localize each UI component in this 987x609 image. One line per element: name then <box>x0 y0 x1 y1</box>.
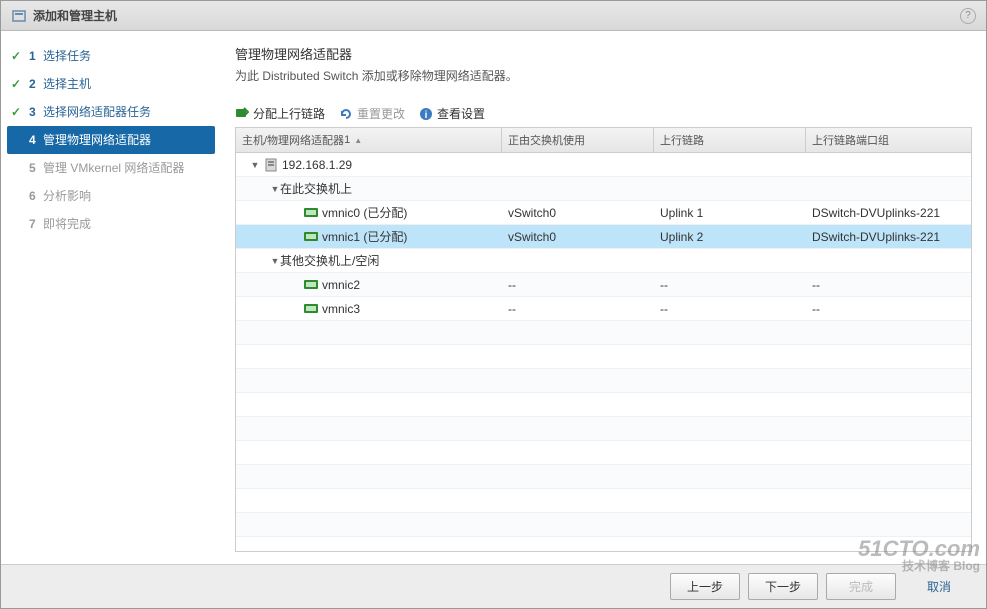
info-icon: i <box>419 107 433 121</box>
wizard-dialog: 添加和管理主机 ? 1 选择任务2 选择主机3 选择网络适配器任务4 管理物理网… <box>0 0 987 609</box>
empty-row <box>236 417 971 441</box>
row-name: 192.168.1.29 <box>282 158 352 172</box>
col-used-by-switch[interactable]: 正由交换机使用 <box>502 128 654 152</box>
next-button[interactable]: 下一步 <box>748 573 818 600</box>
table-row[interactable]: vmnic3------ <box>236 297 971 321</box>
table-row[interactable]: vmnic0 (已分配)vSwitch0Uplink 1DSwitch-DVUp… <box>236 201 971 225</box>
tree-toggle[interactable]: ▼ <box>270 184 280 194</box>
nic-icon <box>304 303 318 315</box>
table-row[interactable]: vmnic2------ <box>236 273 971 297</box>
empty-row <box>236 321 971 345</box>
reset-icon <box>339 107 353 121</box>
adapter-table: 主机/物理网络适配器 1 正由交换机使用 上行链路 上行链路端口组 ▼ 192.1… <box>235 127 972 552</box>
nic-icon <box>304 279 318 291</box>
content-area: 1 选择任务2 选择主机3 选择网络适配器任务4 管理物理网络适配器5 管理 V… <box>1 31 986 564</box>
empty-row <box>236 369 971 393</box>
titlebar: 添加和管理主机 ? <box>1 1 986 31</box>
table-body[interactable]: ▼192.168.1.29▼在此交换机上vmnic0 (已分配)vSwitch0… <box>236 153 971 551</box>
wizard-step-6: 6 分析影响 <box>1 182 221 210</box>
tree-toggle[interactable]: ▼ <box>270 256 280 266</box>
col-host-adapter[interactable]: 主机/物理网络适配器 1 <box>236 128 502 152</box>
tree-toggle[interactable]: ▼ <box>250 160 260 170</box>
row-name: vmnic2 <box>322 278 360 292</box>
assign-icon <box>235 107 249 121</box>
row-name: 在此交换机上 <box>280 180 352 197</box>
assign-uplink-button[interactable]: 分配上行链路 <box>235 105 325 122</box>
table-row[interactable]: ▼其他交换机上/空闲 <box>236 249 971 273</box>
finish-button: 完成 <box>826 573 896 600</box>
back-button[interactable]: 上一步 <box>670 573 740 600</box>
view-label: 查看设置 <box>437 105 485 122</box>
assign-label: 分配上行链路 <box>253 105 325 122</box>
nic-icon <box>304 207 318 219</box>
dialog-title: 添加和管理主机 <box>33 7 960 24</box>
empty-row <box>236 441 971 465</box>
empty-row <box>236 465 971 489</box>
page-description: 为此 Distributed Switch 添加或移除物理网络适配器。 <box>235 67 972 84</box>
view-settings-button[interactable]: i 查看设置 <box>419 105 485 122</box>
wizard-step-7: 7 即将完成 <box>1 210 221 238</box>
reset-label: 重置更改 <box>357 105 405 122</box>
row-name: vmnic1 (已分配) <box>322 228 407 245</box>
wizard-step-3[interactable]: 3 选择网络适配器任务 <box>1 98 221 126</box>
main-panel: 管理物理网络适配器 为此 Distributed Switch 添加或移除物理网… <box>221 32 986 564</box>
page-title: 管理物理网络适配器 <box>235 44 972 63</box>
dialog-icon <box>11 8 27 24</box>
row-name: 其他交换机上/空闲 <box>280 252 379 269</box>
row-name: vmnic0 (已分配) <box>322 204 407 221</box>
dialog-footer: 上一步 下一步 完成 取消 <box>1 564 986 608</box>
row-name: vmnic3 <box>322 302 360 316</box>
wizard-step-2[interactable]: 2 选择主机 <box>1 70 221 98</box>
table-row[interactable]: vmnic1 (已分配)vSwitch0Uplink 2DSwitch-DVUp… <box>236 225 971 249</box>
empty-row <box>236 537 971 551</box>
reset-changes-button[interactable]: 重置更改 <box>339 105 405 122</box>
cancel-button[interactable]: 取消 <box>904 574 974 599</box>
table-row[interactable]: ▼在此交换机上 <box>236 177 971 201</box>
wizard-step-1[interactable]: 1 选择任务 <box>1 42 221 70</box>
empty-row <box>236 345 971 369</box>
table-header: 主机/物理网络适配器 1 正由交换机使用 上行链路 上行链路端口组 <box>236 128 971 153</box>
empty-row <box>236 489 971 513</box>
empty-row <box>236 393 971 417</box>
col-uplink-port-group[interactable]: 上行链路端口组 <box>806 128 971 152</box>
table-row[interactable]: ▼ 192.168.1.29 <box>236 153 971 177</box>
host-icon <box>264 159 278 171</box>
empty-row <box>236 513 971 537</box>
toolbar: 分配上行链路 重置更改 i 查看设置 <box>235 102 972 125</box>
help-icon[interactable]: ? <box>960 8 976 24</box>
col-uplink[interactable]: 上行链路 <box>654 128 806 152</box>
svg-text:i: i <box>425 110 428 121</box>
wizard-step-5: 5 管理 VMkernel 网络适配器 <box>1 154 221 182</box>
wizard-step-4[interactable]: 4 管理物理网络适配器 <box>7 126 215 154</box>
nic-icon <box>304 231 318 243</box>
wizard-steps-sidebar: 1 选择任务2 选择主机3 选择网络适配器任务4 管理物理网络适配器5 管理 V… <box>1 32 221 564</box>
